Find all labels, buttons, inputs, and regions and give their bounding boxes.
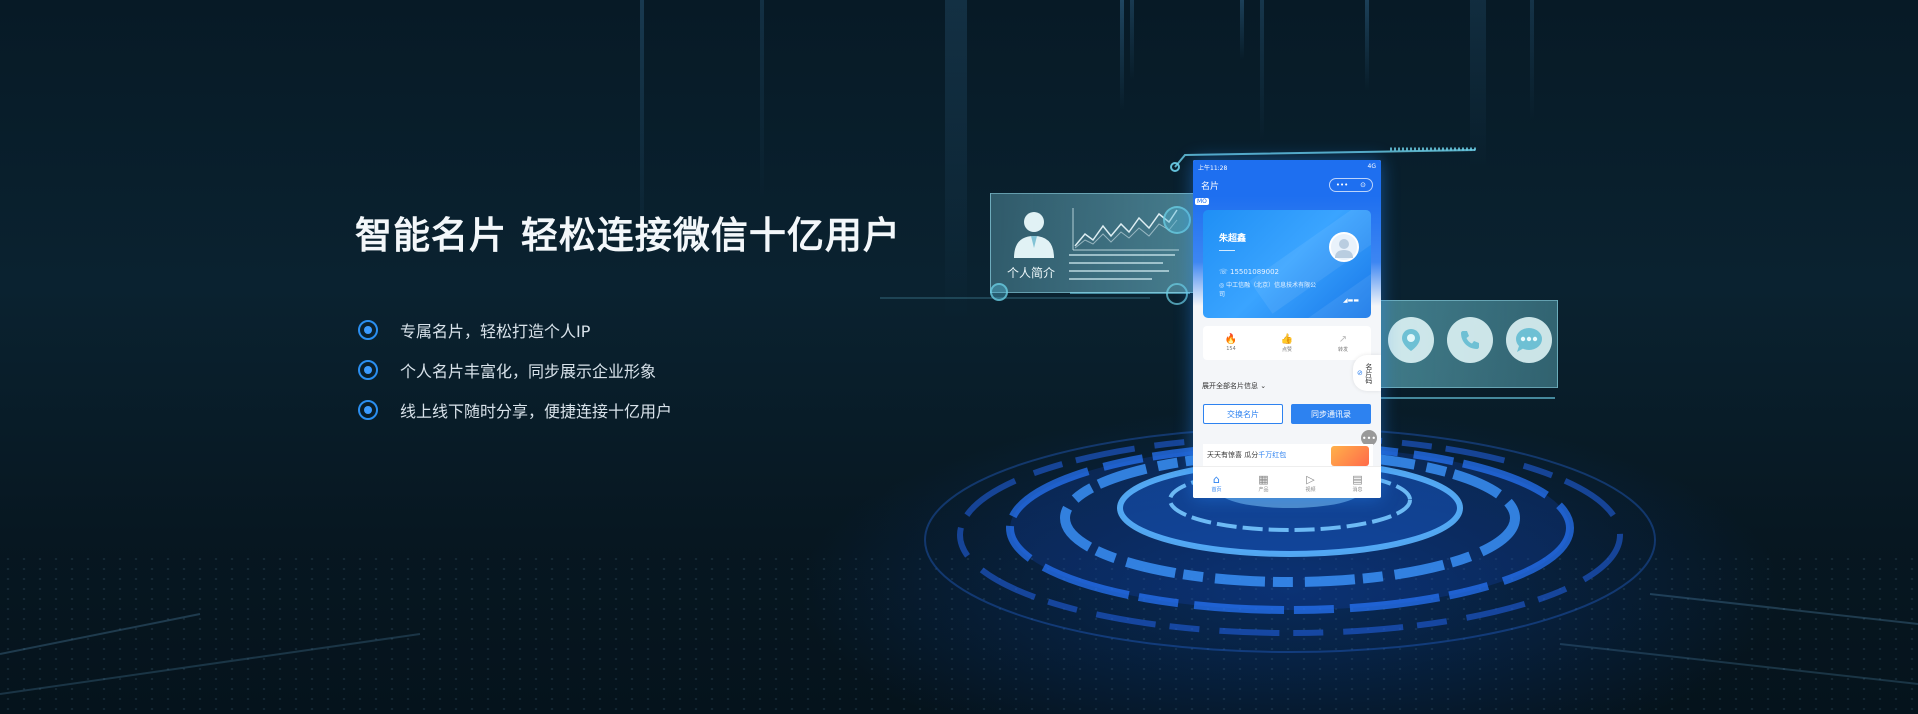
holo-node-icon [1163,206,1191,234]
card-code-label: 名片码 [1364,362,1373,384]
play-icon: ▷ [1306,472,1315,486]
phone-nav-title: 名片 [1201,181,1220,192]
card-phone: ☏ 15501089002 [1219,268,1279,276]
hero-headline: 智能名片 轻松连接微信十亿用户 [355,214,901,257]
person-icon [1014,212,1054,258]
location-icon [1388,317,1434,363]
phone-tab-bar: ⌂ 首页 ▦ 产品 ▷ 视频 ▤ 消息 [1193,466,1381,498]
feature-item: 个人名片丰富化，同步展示企业形象 [358,350,672,390]
card-company: ◎ 中工信融（北京）信息技术有限公司 [1219,282,1317,298]
sync-contacts-button[interactable]: 同步通讯录 [1291,404,1371,424]
share-icon: ↗ [1338,333,1348,345]
home-icon: ⌂ [1213,472,1220,486]
profile-label: 个人简介 [1007,266,1056,280]
thumbs-up-icon: 👍 [1280,333,1294,345]
background-floor-lines [0,593,1918,695]
bullet-icon [358,360,378,380]
feature-text: 专属名片，轻松打造个人IP [400,322,591,341]
holo-node-icon [990,283,1008,301]
card-phone-number: 15501089002 [1229,268,1279,276]
stat-like[interactable]: 👍 点赞 [1259,326,1315,360]
status-signal: 4G [1367,163,1376,170]
expand-info-text: 展开全部名片信息 [1202,382,1258,390]
miniapp-capsule[interactable]: ••• ⊙ [1329,178,1373,192]
hologram-profile-panel: 个人简介 [990,193,1195,293]
avatar [1329,232,1359,262]
company-logo-icon: ◢▬▬ [1343,297,1359,304]
exchange-card-button[interactable]: 交换名片 [1203,404,1283,424]
tab-label: 产品 [1258,486,1269,493]
phone-call-icon [1447,317,1493,363]
feature-list: 专属名片，轻松打造个人IP 个人名片丰富化，同步展示企业形象 线上线下随时分享，… [358,310,672,430]
message-icon: ▤ [1352,472,1363,486]
phone-status-bar: 上午11:28 4G [1193,160,1381,174]
card-name: 朱超鑫 [1219,234,1247,244]
promo-highlight: 千万红包 [1258,451,1287,459]
hologram-contact-panel [1375,300,1558,388]
chevron-down-icon: ⌄ [1260,382,1267,390]
grid-icon: ▦ [1258,472,1269,486]
card-code-button[interactable]: ⊘ 名片码 [1353,355,1381,391]
business-card[interactable]: 朱超鑫 ☏ 15501089002 ◎ 中工信融（北京）信息技术有限公司 ◢▬▬ [1203,210,1371,318]
tab-products[interactable]: ▦ 产品 [1240,467,1287,498]
tab-video[interactable]: ▷ 视频 [1287,467,1334,498]
profile-text-lines [1069,254,1187,286]
stat-views[interactable]: 🔥 154 [1203,326,1259,360]
tab-messages[interactable]: ▤ 消息 [1334,467,1381,498]
phone-badge: MO [1195,198,1209,205]
feature-text: 个人名片丰富化，同步展示企业形象 [400,362,657,381]
stat-label: 转发 [1337,346,1348,353]
feature-item: 线上线下随时分享，便捷连接十亿用户 [358,390,672,430]
tab-home[interactable]: ⌂ 首页 [1193,467,1240,498]
feature-text: 线上线下随时分享，便捷连接十亿用户 [400,402,673,421]
promo-banner[interactable]: 天天有惊喜 瓜分千万红包 [1203,444,1373,468]
stat-label: 点赞 [1281,346,1292,353]
qr-code-icon: ⊘ [1357,369,1363,377]
feature-item: 专属名片，轻松打造个人IP [358,310,672,350]
gift-icon [1331,446,1369,466]
bullet-icon [358,320,378,340]
card-company-name: 中工信融（北京）信息技术有限公司 [1219,282,1317,298]
tab-label: 视频 [1305,486,1316,493]
fire-icon: 🔥 [1224,334,1238,345]
card-stats-bar: 🔥 154 👍 点赞 ↗ 转发 [1203,326,1371,360]
card-divider [1219,250,1235,251]
phone-mockup: 上午11:28 4G 名片 ••• ⊙ MO 朱超鑫 ☏ 15501089002… [1193,160,1381,498]
chat-bubble-icon [1506,317,1552,363]
close-target-icon[interactable]: ⊙ [1360,181,1366,189]
phone-nav-bar: 名片 ••• ⊙ [1193,174,1381,196]
magnifier-icon [1166,283,1188,305]
tab-label: 首页 [1211,486,1222,493]
more-dots-icon[interactable]: ••• [1336,181,1348,189]
status-time: 上午11:28 [1198,165,1228,172]
tab-label: 消息 [1352,486,1363,493]
stat-label: 154 [1226,346,1236,352]
promo-text: 天天有惊喜 瓜分 [1207,451,1259,459]
bullet-icon [358,400,378,420]
expand-info-link[interactable]: 展开全部名片信息 ⌄ [1202,381,1266,391]
